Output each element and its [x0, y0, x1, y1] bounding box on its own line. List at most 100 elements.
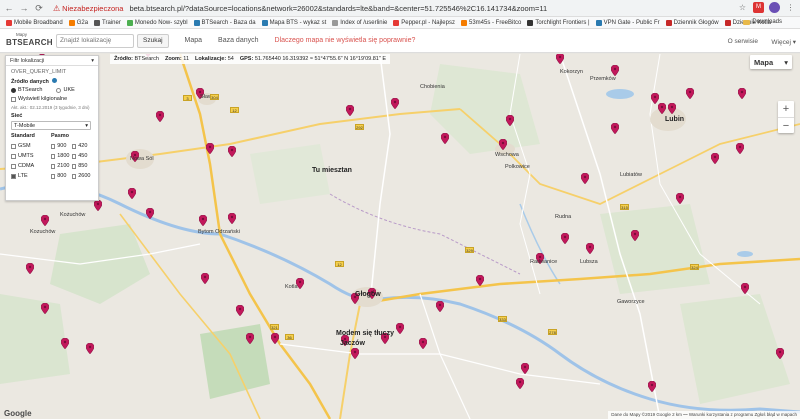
map-issue-link[interactable]: Dlaczego mapa nie wyświetla się poprawni…: [275, 37, 416, 44]
about-link[interactable]: O serwisie: [728, 38, 758, 45]
bts-location-pin[interactable]: [581, 173, 589, 184]
bts-location-pin[interactable]: [41, 215, 49, 226]
bookmark-item[interactable]: Index of /userlinie: [332, 19, 387, 26]
bookmark-item[interactable]: Dziennik Głogów: [665, 19, 719, 26]
standard-checkbox-cdma[interactable]: [11, 163, 16, 169]
band-checkbox[interactable]: [51, 163, 56, 169]
bts-location-pin[interactable]: [199, 215, 207, 226]
bts-location-pin[interactable]: [441, 133, 449, 144]
google-logo[interactable]: Google: [4, 409, 32, 418]
bts-location-pin[interactable]: [516, 378, 524, 389]
band-checkbox[interactable]: [72, 173, 77, 179]
show-all-checkbox[interactable]: [11, 96, 16, 102]
bookmark-item[interactable]: Mobile Broadband: [6, 19, 63, 26]
bts-location-pin[interactable]: [741, 283, 749, 294]
network-select[interactable]: T-Mobile ▾: [11, 121, 91, 130]
nav-map-link[interactable]: Mapa: [185, 37, 203, 44]
bts-location-pin[interactable]: [228, 213, 236, 224]
bts-location-pin[interactable]: [351, 348, 359, 359]
bts-location-pin[interactable]: [146, 208, 154, 219]
band-checkbox[interactable]: [72, 143, 77, 149]
reload-icon[interactable]: ⟳: [33, 2, 45, 14]
profile-icon[interactable]: [769, 2, 780, 13]
bookmark-item[interactable]: Trainer: [94, 19, 121, 26]
btsearch-logo[interactable]: Mapy BTSEARCH: [6, 32, 53, 50]
bts-location-pin[interactable]: [506, 115, 514, 126]
bts-location-pin[interactable]: [271, 333, 279, 344]
standard-checkbox-lte[interactable]: [11, 173, 16, 179]
bookmark-item[interactable]: Pepper.pl - Najlepsz: [393, 19, 455, 26]
bts-location-pin[interactable]: [676, 193, 684, 204]
zoom-out-button[interactable]: −: [778, 118, 794, 134]
bts-location-pin[interactable]: [476, 275, 484, 286]
bts-location-pin[interactable]: [521, 363, 529, 374]
band-checkbox[interactable]: [51, 143, 56, 149]
menu-icon[interactable]: ⋮: [785, 2, 796, 13]
bts-location-pin[interactable]: [738, 88, 746, 99]
bts-location-pin[interactable]: [499, 139, 507, 150]
back-icon[interactable]: ←: [3, 2, 15, 14]
bts-location-pin[interactable]: [686, 88, 694, 99]
radio-btsearch[interactable]: [11, 87, 16, 93]
standard-checkbox-gsm[interactable]: [11, 143, 16, 149]
bts-location-pin[interactable]: [668, 103, 676, 114]
bts-location-pin[interactable]: [201, 273, 209, 284]
star-icon[interactable]: ☆: [737, 2, 748, 13]
bts-location-pin[interactable]: [611, 123, 619, 134]
insecure-warning[interactable]: ⚠ Niezabezpieczona: [53, 4, 123, 13]
bookmark-item[interactable]: G2a: [68, 19, 88, 26]
more-menu[interactable]: Więcej ▾: [771, 38, 796, 46]
address-bar[interactable]: beta.btsearch.pl/?dataSource=locations&n…: [129, 4, 649, 13]
bookmark-item[interactable]: VPN Gate - Public Fr: [595, 19, 660, 26]
bts-location-pin[interactable]: [711, 153, 719, 164]
band-checkbox[interactable]: [72, 163, 77, 169]
extension-icon[interactable]: M: [753, 2, 764, 13]
bts-location-pin[interactable]: [556, 54, 564, 64]
bts-location-pin[interactable]: [436, 301, 444, 312]
bts-location-pin[interactable]: [648, 381, 656, 392]
bts-location-pin[interactable]: [236, 305, 244, 316]
radio-uke[interactable]: [56, 87, 62, 93]
bookmark-item[interactable]: Torchlight Frontiers |: [527, 19, 590, 26]
zoom-in-button[interactable]: +: [778, 101, 794, 117]
location-search-input[interactable]: [56, 33, 134, 48]
bts-location-pin[interactable]: [419, 338, 427, 349]
bts-location-pin[interactable]: [586, 243, 594, 254]
bts-location-pin[interactable]: [658, 103, 666, 114]
bts-location-pin[interactable]: [94, 200, 102, 211]
bts-location-pin[interactable]: [611, 65, 619, 76]
map-canvas[interactable]: Głogów Lubin Tu miesztan Modem się tłuczy Ja…: [0, 54, 800, 419]
bts-location-pin[interactable]: [776, 348, 784, 359]
bts-location-pin[interactable]: [41, 303, 49, 314]
bts-location-pin[interactable]: [128, 188, 136, 199]
bts-location-pin[interactable]: [228, 146, 236, 157]
chevron-down-icon[interactable]: ▾: [91, 58, 94, 64]
bookmark-folder-downloads[interactable]: Downloads: [743, 19, 782, 25]
bookmark-item[interactable]: Monedo Now- szybl: [126, 19, 188, 26]
bts-location-pin[interactable]: [736, 143, 744, 154]
standard-checkbox-umts[interactable]: [11, 153, 16, 159]
help-icon[interactable]: [52, 78, 58, 83]
map-type-select[interactable]: Mapa ▾: [750, 55, 792, 69]
band-checkbox[interactable]: [72, 153, 77, 159]
bookmark-item[interactable]: BTSearch - Baza da: [193, 19, 256, 26]
filter-panel-header[interactable]: Filtr lokalizacji ▾: [6, 56, 98, 66]
bts-location-pin[interactable]: [61, 338, 69, 349]
forward-icon[interactable]: →: [18, 2, 30, 14]
bookmark-item[interactable]: 53m45s - FreeBitco: [460, 19, 521, 26]
bts-location-pin[interactable]: [246, 333, 254, 344]
bts-location-pin[interactable]: [156, 111, 164, 122]
band-checkbox[interactable]: [51, 173, 56, 179]
bts-location-pin[interactable]: [396, 323, 404, 334]
bts-location-pin[interactable]: [346, 105, 354, 116]
bts-location-pin[interactable]: [631, 230, 639, 241]
bts-location-pin[interactable]: [561, 233, 569, 244]
bts-location-pin[interactable]: [86, 343, 94, 354]
search-button[interactable]: Szukaj: [137, 33, 169, 48]
band-checkbox[interactable]: [51, 153, 56, 159]
bts-location-pin[interactable]: [206, 143, 214, 154]
bts-location-pin[interactable]: [26, 263, 34, 274]
bts-location-pin[interactable]: [391, 98, 399, 109]
nav-database-link[interactable]: Baza danych: [218, 37, 258, 44]
bookmark-item[interactable]: Mapa BTS - wykaz st: [261, 19, 326, 26]
